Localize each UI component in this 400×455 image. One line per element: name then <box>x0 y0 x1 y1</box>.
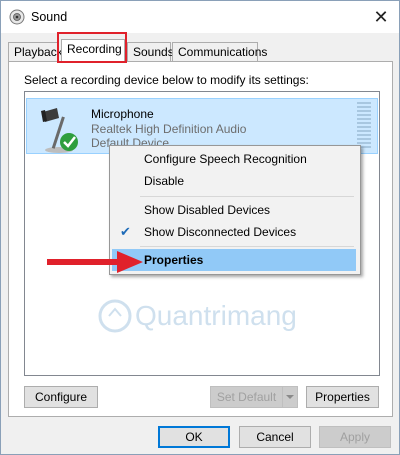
menu-item-show-disconnected-label: Show Disconnected Devices <box>144 225 297 239</box>
red-arrow-annotation <box>47 251 143 273</box>
close-icon: ✕ <box>373 7 389 27</box>
menu-item-show-disabled[interactable]: Show Disabled Devices <box>112 199 356 221</box>
apply-button[interactable]: Apply <box>319 426 391 448</box>
ok-button[interactable]: OK <box>158 426 230 448</box>
check-badge-icon <box>60 133 78 151</box>
watermark-text: Quantrimang <box>135 300 297 331</box>
configure-button[interactable]: Configure <box>24 386 98 408</box>
speaker-icon <box>9 9 25 25</box>
close-button[interactable]: ✕ <box>369 5 393 29</box>
watermark-logo: Quantrimang <box>98 299 297 333</box>
chevron-down-icon <box>286 395 294 399</box>
menu-separator <box>140 246 354 247</box>
window-title: Sound <box>31 10 68 24</box>
tab-highlight-annotation <box>57 32 127 63</box>
menu-item-properties[interactable]: Properties <box>112 249 356 271</box>
device-name: Microphone <box>91 107 154 121</box>
tab-sounds[interactable]: Sounds <box>127 42 174 61</box>
sound-dialog: Sound ✕ Playback Recording Sounds Commun… <box>0 0 400 455</box>
context-menu: Configure Speech Recognition Disable Sho… <box>109 145 361 275</box>
instruction-text: Select a recording device below to modif… <box>24 73 309 87</box>
properties-button[interactable]: Properties <box>306 386 379 408</box>
title-bar: Sound ✕ <box>1 1 399 33</box>
set-default-button[interactable]: Set Default <box>210 386 283 408</box>
menu-separator <box>140 196 354 197</box>
menu-item-disable[interactable]: Disable <box>112 170 356 192</box>
menu-item-configure-speech[interactable]: Configure Speech Recognition <box>112 148 356 170</box>
checkmark-icon: ✔ <box>120 224 131 239</box>
tab-communications[interactable]: Communications <box>172 42 267 61</box>
tab-playback[interactable]: Playback <box>8 42 63 61</box>
cancel-button[interactable]: Cancel <box>239 426 311 448</box>
microphone-icon <box>41 108 78 153</box>
device-driver: Realtek High Definition Audio <box>91 122 247 136</box>
set-default-dropdown[interactable] <box>282 386 298 408</box>
level-meter <box>357 102 371 150</box>
menu-item-show-disconnected[interactable]: ✔ Show Disconnected Devices <box>112 221 356 243</box>
